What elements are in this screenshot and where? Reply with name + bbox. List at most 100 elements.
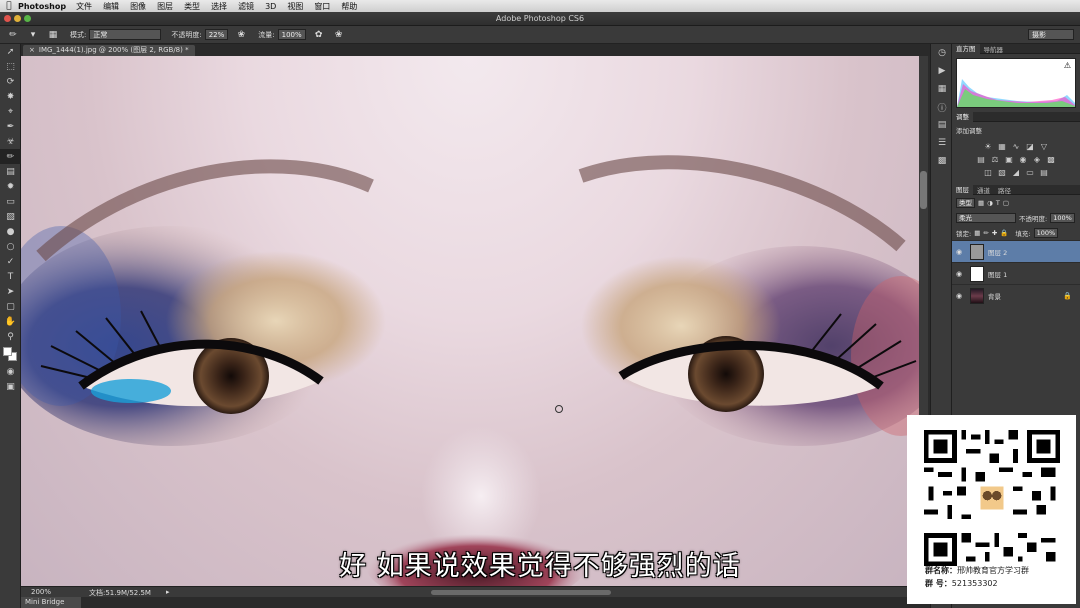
mini-bridge-tab[interactable]: Mini Bridge	[21, 597, 81, 608]
warning-icon[interactable]: ⚠	[1064, 61, 1071, 70]
clone-source-icon[interactable]: ▤	[931, 116, 953, 134]
visibility-eye-icon[interactable]: ◉	[952, 270, 966, 278]
tab-adjustments[interactable]: 调整	[952, 111, 973, 122]
layer-opacity-field[interactable]: 100%	[1050, 212, 1075, 223]
quick-select-tool-icon[interactable]: ✸	[0, 89, 21, 104]
layer-row-background[interactable]: ◉ 背景 🔒	[952, 284, 1080, 306]
menu-file[interactable]: 文件	[76, 1, 92, 12]
filter-adjust-icon[interactable]: ◑	[987, 199, 993, 207]
eyedropper-tool-icon[interactable]: ✒	[0, 119, 21, 134]
menu-window[interactable]: 窗口	[314, 1, 330, 12]
tab-channels[interactable]: 通道	[973, 185, 994, 195]
invert-icon[interactable]: ◫	[983, 168, 993, 177]
lock-pixels-icon[interactable]: ▦	[974, 229, 980, 237]
visibility-eye-icon[interactable]: ◉	[952, 248, 966, 256]
color-swatches[interactable]	[0, 344, 21, 364]
posterize-icon[interactable]: ▧	[997, 168, 1007, 177]
healing-tool-icon[interactable]: ☣	[0, 134, 21, 149]
type-tool-icon[interactable]: T	[0, 269, 21, 284]
menu-select[interactable]: 选择	[211, 1, 227, 12]
exposure-icon[interactable]: ◪	[1025, 142, 1035, 151]
pressure-opacity-icon[interactable]: ❀	[234, 29, 248, 41]
lock-brush-icon[interactable]: ✏	[983, 229, 988, 237]
brush-size-picker[interactable]: ▾	[26, 29, 40, 41]
filter-type-icon[interactable]: T	[996, 199, 1000, 207]
actions-panel-icon[interactable]: ▶	[931, 62, 953, 80]
menu-filter[interactable]: 滤镜	[238, 1, 254, 12]
selective-color-icon[interactable]: ▤	[1039, 168, 1049, 177]
hand-tool-icon[interactable]: ✋	[0, 314, 21, 329]
history-brush-tool-icon[interactable]: ✹	[0, 179, 21, 194]
app-menu[interactable]: Photoshop	[18, 2, 66, 11]
channel-mixer-icon[interactable]: ◈	[1032, 155, 1042, 164]
threshold-icon[interactable]: ◢	[1011, 168, 1021, 177]
horizontal-scroll-thumb[interactable]	[431, 590, 611, 595]
filter-shape-icon[interactable]: ▢	[1003, 199, 1009, 207]
close-tab-icon[interactable]: ×	[29, 45, 35, 56]
hue-saturation-icon[interactable]: ▤	[976, 155, 986, 164]
crop-tool-icon[interactable]: ⌖	[0, 104, 21, 119]
brush-panel-dock-icon[interactable]: ▦	[931, 80, 953, 98]
lock-all-icon[interactable]: 🔒	[1000, 229, 1008, 237]
brush-tool-icon[interactable]: ✏	[0, 149, 21, 164]
menu-edit[interactable]: 编辑	[103, 1, 119, 12]
brush-preset-icon[interactable]: ✏	[6, 29, 20, 41]
visibility-eye-icon[interactable]: ◉	[952, 292, 966, 300]
scroll-thumb[interactable]	[920, 171, 927, 209]
apple-icon[interactable]: 	[0, 1, 18, 11]
workspace-select[interactable]: 摄影	[1028, 29, 1074, 40]
vibrance-icon[interactable]: ▽	[1039, 142, 1049, 151]
zoom-tool-icon[interactable]: ⚲	[0, 329, 21, 344]
clone-stamp-tool-icon[interactable]: ▤	[0, 164, 21, 179]
tab-paths[interactable]: 路径	[994, 185, 1015, 195]
shape-tool-icon[interactable]: ▢	[0, 299, 21, 314]
marquee-tool-icon[interactable]: ⬚	[0, 59, 21, 74]
mode-select[interactable]: 正常	[89, 29, 162, 40]
lock-position-icon[interactable]: ✚	[992, 229, 997, 237]
menu-layer[interactable]: 图层	[157, 1, 173, 12]
zoom-level[interactable]: 200%	[31, 588, 51, 596]
screen-mode-icon[interactable]: ▣	[0, 379, 21, 394]
pressure-size-icon[interactable]: ❀	[332, 29, 346, 41]
pen-tool-icon[interactable]: ✓	[0, 254, 21, 269]
fill-field[interactable]: 100%	[1033, 227, 1059, 238]
menu-help[interactable]: 帮助	[341, 1, 357, 12]
menu-image[interactable]: 图像	[130, 1, 146, 12]
foreground-color-swatch[interactable]	[3, 347, 12, 356]
properties-panel-icon[interactable]: ☰	[931, 134, 953, 152]
move-tool-icon[interactable]: ➚	[0, 44, 21, 59]
layer-row-layer-1[interactable]: ◉ 图层 1	[952, 262, 1080, 284]
menu-view[interactable]: 视图	[287, 1, 303, 12]
quick-mask-icon[interactable]: ◉	[0, 364, 21, 379]
status-menu-arrow-icon[interactable]: ▸	[166, 588, 170, 596]
menu-3d[interactable]: 3D	[265, 2, 276, 11]
gradient-map-icon[interactable]: ▭	[1025, 168, 1035, 177]
dodge-tool-icon[interactable]: ○	[0, 239, 21, 254]
opacity-field[interactable]: 22%	[204, 29, 229, 40]
document-canvas[interactable]	[21, 56, 919, 586]
lasso-tool-icon[interactable]: ⟳	[0, 74, 21, 89]
brush-panel-icon[interactable]: ▦	[46, 29, 60, 41]
color-balance-icon[interactable]: ⚖	[990, 155, 1000, 164]
info-panel-icon[interactable]: ⓘ	[931, 98, 953, 116]
blur-tool-icon[interactable]: ●	[0, 224, 21, 239]
layer-filter-select[interactable]: 类型	[956, 197, 975, 208]
levels-icon[interactable]: ▦	[997, 142, 1007, 151]
layer-blend-mode-select[interactable]: 柔光	[956, 212, 1016, 223]
filter-pixel-icon[interactable]: ▦	[978, 199, 984, 207]
brightness-icon[interactable]: ☀	[983, 142, 993, 151]
black-white-icon[interactable]: ▣	[1004, 155, 1014, 164]
color-lookup-icon[interactable]: ▩	[1046, 155, 1056, 164]
path-select-tool-icon[interactable]: ➤	[0, 284, 21, 299]
airbrush-icon[interactable]: ✿	[312, 29, 326, 41]
gradient-tool-icon[interactable]: ▧	[0, 209, 21, 224]
photo-filter-icon[interactable]: ◉	[1018, 155, 1028, 164]
menu-type[interactable]: 类型	[184, 1, 200, 12]
flow-field[interactable]: 100%	[277, 29, 306, 40]
eraser-tool-icon[interactable]: ▭	[0, 194, 21, 209]
document-tab[interactable]: × IMG_1444(1).jpg @ 200% (图层 2, RGB/8) *	[23, 45, 195, 56]
swatches-panel-icon[interactable]: ▩	[931, 152, 953, 170]
tab-histogram[interactable]: 直方图	[952, 43, 980, 54]
layer-row-layer-2[interactable]: ◉ 图层 2	[952, 240, 1080, 262]
tab-layers[interactable]: 图层	[952, 184, 973, 195]
